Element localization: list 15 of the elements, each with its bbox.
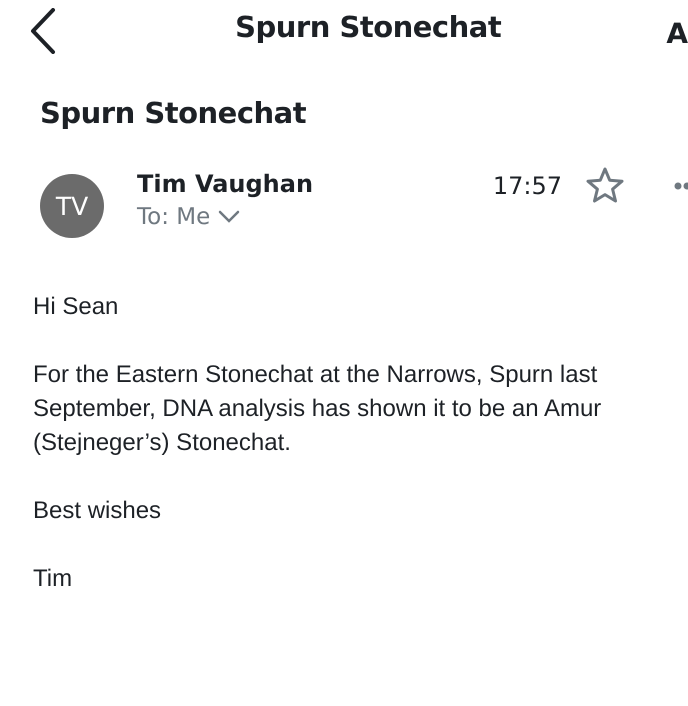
more-icon[interactable] xyxy=(674,182,688,190)
avatar: TV xyxy=(40,174,104,238)
body-paragraph: Best wishes xyxy=(33,496,162,526)
sender-name: Tim Vaughan xyxy=(137,170,314,198)
header-action-text[interactable]: A xyxy=(666,12,688,50)
body-paragraph: For the Eastern Stonechat at the Narrows, Spurn last September, DNA analysis has shown it to be an Amur (Stejneger’s) Stonechat. xyxy=(33,360,602,458)
recipient-toggle[interactable]: To: Me xyxy=(137,204,314,230)
back-icon[interactable] xyxy=(30,8,56,54)
star-icon[interactable] xyxy=(586,167,624,203)
body-paragraph: Hi Sean xyxy=(33,292,120,322)
email-subject: Spurn Stonechat xyxy=(40,96,308,130)
body-paragraph: Tim xyxy=(33,564,74,594)
message-time: 17:57 xyxy=(492,172,562,200)
header-title: Spurn Stonechat xyxy=(234,10,502,44)
chevron-down-icon xyxy=(218,210,240,224)
